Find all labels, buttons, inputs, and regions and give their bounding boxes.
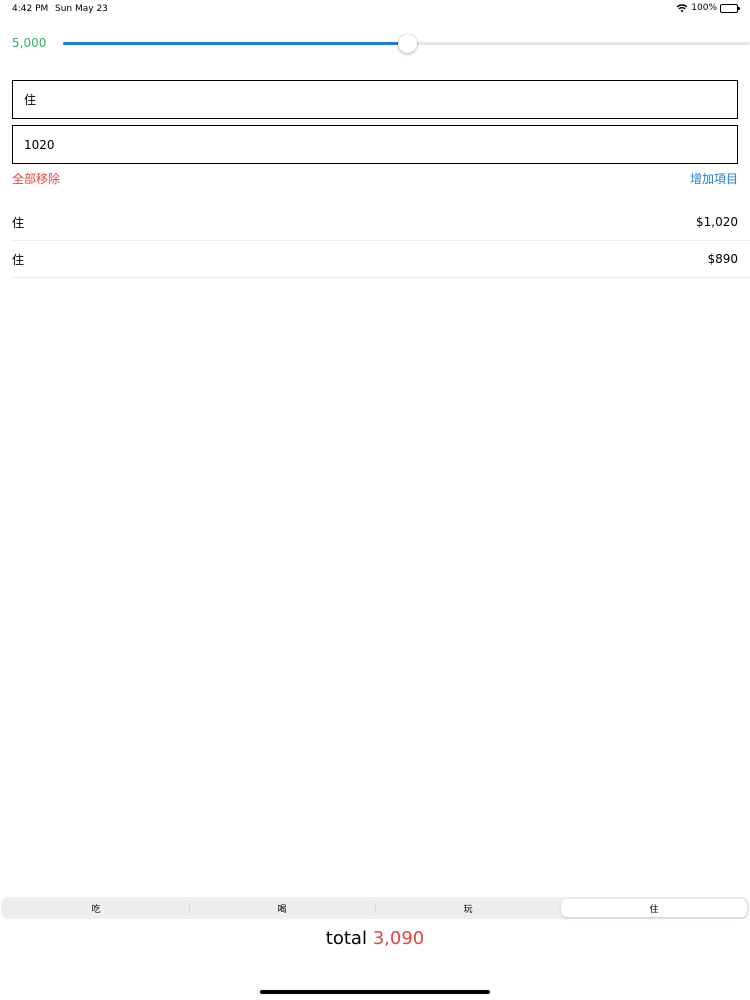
list-item[interactable]: 住 $890 xyxy=(12,241,750,278)
add-item-button[interactable]: 增加項目 xyxy=(690,170,738,187)
wifi-icon xyxy=(676,4,688,13)
segment-live[interactable]: 住 xyxy=(561,899,747,917)
battery-icon xyxy=(720,3,740,13)
list-item-amount: $890 xyxy=(707,252,738,266)
total-label: total xyxy=(325,928,367,949)
budget-slider-row: 5,000 xyxy=(12,32,750,56)
segment-play[interactable]: 玩 xyxy=(375,899,561,917)
total-value: 3,090 xyxy=(372,928,425,949)
status-date: Sun May 23 xyxy=(55,4,108,14)
budget-value-label: 5,000 xyxy=(12,36,47,50)
item-name-field[interactable]: 住 xyxy=(12,80,738,119)
list-item-amount: $1,020 xyxy=(696,215,738,229)
category-segmented-control: 吃 喝 玩 住 xyxy=(1,897,749,919)
expense-list: 住 $1,020 住 $890 xyxy=(12,204,750,278)
budget-slider[interactable] xyxy=(63,34,750,53)
slider-thumb[interactable] xyxy=(397,34,417,53)
list-item-name: 住 xyxy=(12,215,25,230)
total-row: total 3,090 xyxy=(0,928,750,949)
list-item[interactable]: 住 $1,020 xyxy=(12,204,750,241)
home-indicator xyxy=(260,990,490,994)
list-item-name: 住 xyxy=(12,252,25,267)
segment-eat[interactable]: 吃 xyxy=(3,899,189,917)
status-time: 4:42 PM xyxy=(12,4,49,14)
status-bar: 4:42 PM Sun May 23 100% xyxy=(0,0,750,18)
item-amount-field[interactable]: 1020 xyxy=(12,125,738,164)
segment-drink[interactable]: 喝 xyxy=(189,899,375,917)
remove-all-button[interactable]: 全部移除 xyxy=(12,170,60,187)
status-indicators: 100% xyxy=(676,3,740,13)
slider-fill xyxy=(63,42,407,45)
battery-percent: 100% xyxy=(691,3,717,13)
